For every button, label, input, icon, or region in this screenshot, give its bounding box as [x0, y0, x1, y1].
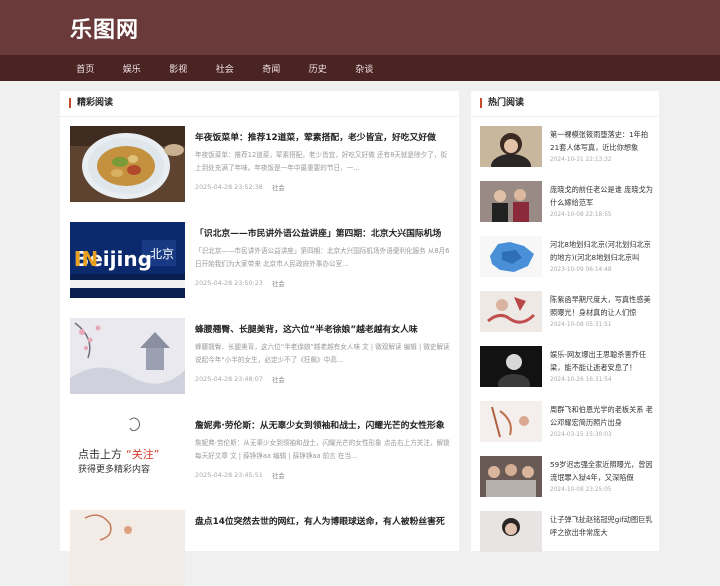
- article-date: 2025-04-28 23:45:51: [195, 471, 263, 479]
- hot-title[interactable]: 第一裸模张筱雨堕落史：1年拍21套人体写真，近比你想象: [550, 128, 657, 154]
- article-thumbnail[interactable]: Beijing IN 北京: [70, 222, 185, 298]
- nav-item-society[interactable]: 社会: [202, 62, 249, 75]
- hot-thumbnail[interactable]: [480, 126, 542, 167]
- nav-item-film[interactable]: 影视: [155, 62, 202, 75]
- hot-item[interactable]: 让子弹飞扯赵铭冠兜gif动图巨乳呼之欲出非常庞大: [480, 511, 655, 555]
- hot-item[interactable]: 59岁迟志强全家近照曝光，曾因流氓罪入狱4年，又深陷假 2024-10-08 2…: [480, 456, 655, 500]
- article-summary: 「识北京——市民讲外语公益讲座」第四期：北京大兴国际机场外语便利化服务 从8月6…: [195, 247, 450, 268]
- svg-text:获得更多精彩内容: 获得更多精彩内容: [78, 463, 150, 475]
- article-category[interactable]: 社会: [272, 471, 285, 480]
- hot-item[interactable]: 陈紫函早期尺度大，写真性感美照曝光！身材真的让人们惊 2024-10-08 05…: [480, 291, 655, 335]
- section-divider: [471, 116, 659, 117]
- section-title: 热门阅读: [480, 98, 524, 108]
- hot-reading-sidebar: 热门阅读 第一裸模张筱雨堕落史：1年拍21套人体写真，近比你想象 2024-10…: [471, 91, 659, 552]
- article-summary: [195, 533, 450, 559]
- article-date: 2025-04-28 23:48:07: [195, 375, 263, 383]
- hot-date: 2023-10-09 06:14:48: [550, 267, 612, 273]
- hot-thumbnail[interactable]: [480, 236, 542, 277]
- hot-thumbnail[interactable]: [480, 291, 542, 332]
- site-logo[interactable]: 乐图网: [70, 12, 139, 44]
- article-item[interactable]: 蜂腰翘臀、长腿美背，这六位“半老徐娘”越老越有女人味 蜂腰翘臀、长腿美背，这六位…: [70, 318, 450, 394]
- article-title[interactable]: 詹妮弗·劳伦斯：从无辜少女到领袖和战士，闪耀光芒的女性形象: [195, 418, 457, 431]
- hot-item[interactable]: 周群飞和伯恩光学的老板关系 老公邓耀宏简历照片出身 2024-03-15 15:…: [480, 401, 655, 445]
- nav-item-home[interactable]: 首页: [62, 62, 109, 75]
- hot-title[interactable]: 陈紫函早期尺度大，写真性感美照曝光！身材真的让人们惊: [550, 293, 657, 319]
- svg-text:点击上方: 点击上方: [78, 447, 122, 461]
- article-item[interactable]: 年夜饭菜单：推荐12道菜，荤素搭配，老少皆宜，好吃又好做 年夜饭菜单：推荐12道…: [70, 126, 450, 202]
- article-date: 2025-04-28 23:52:38: [195, 183, 263, 191]
- hot-thumbnail[interactable]: [480, 346, 542, 387]
- section-divider: [60, 116, 459, 117]
- article-summary: 年夜饭菜单：推荐12道菜，荤素搭配，老少皆宜，好吃又好做 还有8天就是除夕了，街…: [195, 151, 448, 172]
- nav-item-history[interactable]: 历史: [295, 62, 342, 75]
- article-item[interactable]: Beijing IN 北京 「识北京——市民讲外语公益讲座」第四期：北京大兴国际…: [70, 222, 450, 298]
- article-item[interactable]: 盘点14位突然去世的网红，有人为博眼球送命，有人被粉丝害死: [70, 510, 450, 586]
- hot-date: 2024-10-26 16:31:54: [550, 377, 612, 383]
- hot-item[interactable]: 第一裸模张筱雨堕落史：1年拍21套人体写真，近比你想象 2024-10-31 2…: [480, 126, 655, 170]
- hot-date: 2024-10-31 22:13:32: [550, 157, 612, 163]
- article-item[interactable]: 点击上方 “关注” 获得更多精彩内容 詹妮弗·劳伦斯：从无辜少女到领袖和战士，闪…: [70, 414, 450, 490]
- section-title: 精彩阅读: [69, 98, 113, 108]
- hot-item[interactable]: 河北8地划归北京(河北划归北京的地方)(河北8地划归北京叫 2023-10-09…: [480, 236, 655, 280]
- article-category[interactable]: 社会: [272, 183, 285, 192]
- hot-item[interactable]: 庞晓戈的前任老公是谁 庞晓戈为什么嫁给范军 2024-10-08 22:18:5…: [480, 181, 655, 225]
- article-title[interactable]: 盘点14位突然去世的网红，有人为博眼球送命，有人被粉丝害死: [195, 514, 457, 527]
- hot-thumbnail[interactable]: [480, 456, 542, 497]
- article-date: 2025-04-28 23:50:23: [195, 279, 263, 287]
- hot-title[interactable]: 周群飞和伯恩光学的老板关系 老公邓耀宏简历照片出身: [550, 403, 657, 429]
- nav-item-misc[interactable]: 杂谈: [341, 62, 388, 75]
- article-title[interactable]: 「识北京——市民讲外语公益讲座」第四期：北京大兴国际机场: [195, 226, 457, 239]
- article-title[interactable]: 年夜饭菜单：推荐12道菜，荤素搭配，老少皆宜，好吃又好做: [195, 130, 457, 143]
- hot-date: 2024-10-08 23:25:05: [550, 487, 612, 493]
- svg-text:北京: 北京: [150, 247, 174, 261]
- hot-title[interactable]: 娱乐-网友爆出王思聪杀害乔任梁，能不能让逝者安息了！: [550, 348, 657, 374]
- article-thumbnail[interactable]: 点击上方 “关注” 获得更多精彩内容: [70, 414, 185, 490]
- hot-title[interactable]: 让子弹飞扯赵铭冠兜gif动图巨乳呼之欲出非常庞大: [550, 513, 657, 539]
- hot-item[interactable]: 娱乐-网友爆出王思聪杀害乔任梁，能不能让逝者安息了！ 2024-10-26 16…: [480, 346, 655, 390]
- article-category[interactable]: 社会: [272, 279, 285, 288]
- article-summary: 詹妮弗·劳伦斯：从无辜少女到领袖和战士，闪耀光芒的女性形象 点击右上方关注，解锁…: [195, 439, 450, 460]
- article-summary: 蜂腰翘臀、长腿美背，这六位“半老徐娘”越老越有女人味 文 | 微观解读 编辑 |…: [195, 343, 450, 364]
- hot-thumbnail[interactable]: [480, 401, 542, 442]
- svg-text:IN: IN: [74, 247, 98, 271]
- nav-item-entertainment[interactable]: 娱乐: [109, 62, 156, 75]
- main-nav: 首页 娱乐 影视 社会 奇闻 历史 杂谈: [0, 55, 720, 81]
- featured-section: 精彩阅读 年夜饭菜单：推荐12道菜，荤素搭配，老少皆宜，好吃又好做 年夜饭菜单：…: [60, 91, 459, 586]
- hot-title[interactable]: 59岁迟志强全家近照曝光，曾因流氓罪入狱4年，又深陷假: [550, 458, 657, 484]
- article-thumbnail[interactable]: [70, 318, 185, 394]
- hot-thumbnail[interactable]: [480, 511, 542, 552]
- nav-item-oddities[interactable]: 奇闻: [248, 62, 295, 75]
- svg-text:“关注”: “关注”: [126, 447, 159, 461]
- hot-thumbnail[interactable]: [480, 181, 542, 222]
- hot-title[interactable]: 庞晓戈的前任老公是谁 庞晓戈为什么嫁给范军: [550, 183, 657, 209]
- article-thumbnail[interactable]: [70, 126, 185, 202]
- hot-date: 2024-10-08 22:18:55: [550, 212, 612, 218]
- article-thumbnail[interactable]: [70, 510, 185, 586]
- article-title[interactable]: 蜂腰翘臀、长腿美背，这六位“半老徐娘”越老越有女人味: [195, 322, 457, 335]
- hot-title[interactable]: 河北8地划归北京(河北划归北京的地方)(河北8地划归北京叫: [550, 238, 657, 264]
- site-header: 乐图网: [0, 0, 720, 55]
- article-category[interactable]: 社会: [272, 375, 285, 384]
- hot-date: 2024-03-15 15:30:03: [550, 432, 612, 438]
- hot-date: 2024-10-08 05:31:51: [550, 322, 612, 328]
